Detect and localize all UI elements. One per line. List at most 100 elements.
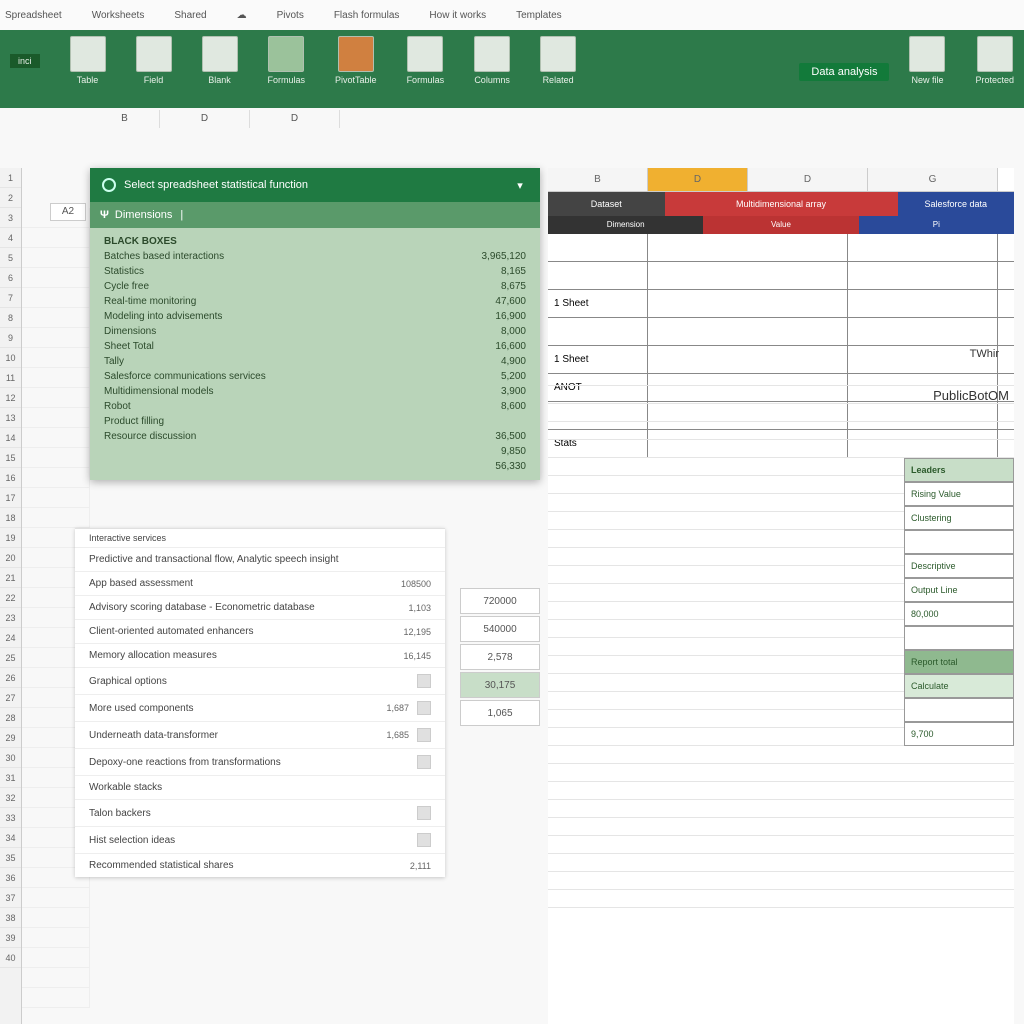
tab-array[interactable]: Multidimensional array bbox=[665, 192, 898, 216]
row-num[interactable]: 35 bbox=[0, 848, 21, 868]
row-num[interactable]: 37 bbox=[0, 888, 21, 908]
row-num[interactable]: 32 bbox=[0, 788, 21, 808]
side-cell[interactable]: Output Line bbox=[904, 578, 1014, 602]
row-num[interactable]: 34 bbox=[0, 828, 21, 848]
row-num[interactable]: 21 bbox=[0, 568, 21, 588]
list-item[interactable]: Graphical options bbox=[75, 667, 445, 694]
side-cell[interactable]: 1,065 bbox=[460, 700, 540, 726]
side-cell[interactable] bbox=[904, 626, 1014, 650]
row-num[interactable]: 17 bbox=[0, 488, 21, 508]
row-num[interactable]: 23 bbox=[0, 608, 21, 628]
list-item[interactable]: Real-time monitoring47,600 bbox=[90, 294, 540, 309]
list-item[interactable]: Workable stacks bbox=[75, 775, 445, 799]
table-row[interactable] bbox=[548, 234, 1014, 262]
list-item[interactable]: Tally4,900 bbox=[90, 354, 540, 369]
row-num[interactable]: 38 bbox=[0, 908, 21, 928]
row-num[interactable]: 9 bbox=[0, 328, 21, 348]
tab-item[interactable]: Worksheets bbox=[92, 10, 145, 21]
ribbon-group[interactable]: Formulas bbox=[258, 36, 316, 85]
side-cell[interactable]: 720000 bbox=[460, 588, 540, 614]
side-cell[interactable]: Calculate bbox=[904, 674, 1014, 698]
row-num[interactable]: 26 bbox=[0, 668, 21, 688]
tab-item[interactable]: Shared bbox=[174, 10, 206, 21]
list-item[interactable]: Recommended statistical shares2,111 bbox=[75, 853, 445, 877]
row-num[interactable]: 25 bbox=[0, 648, 21, 668]
ribbon-group[interactable]: Related bbox=[530, 36, 586, 85]
row-num[interactable]: 15 bbox=[0, 448, 21, 468]
list-item[interactable]: Memory allocation measures16,145 bbox=[75, 643, 445, 667]
col-header[interactable]: B bbox=[548, 168, 648, 191]
side-cell[interactable]: Rising Value bbox=[904, 482, 1014, 506]
tab-item[interactable]: Spreadsheet bbox=[5, 10, 62, 21]
row-num[interactable]: 24 bbox=[0, 628, 21, 648]
ribbon-group[interactable]: Table bbox=[60, 36, 116, 85]
tab-dataset[interactable]: Dataset bbox=[548, 192, 665, 216]
side-cell[interactable]: 9,700 bbox=[904, 722, 1014, 746]
side-cell[interactable]: 80,000 bbox=[904, 602, 1014, 626]
side-cell[interactable]: 30,175 bbox=[460, 672, 540, 698]
side-header[interactable]: Leaders bbox=[904, 458, 1014, 482]
list-item[interactable]: Statistics8,165 bbox=[90, 264, 540, 279]
list-item[interactable]: Batches based interactions3,965,120 bbox=[90, 249, 540, 264]
list-item[interactable]: More used components1,687 bbox=[75, 694, 445, 721]
row-num[interactable]: 16 bbox=[0, 468, 21, 488]
list-item[interactable]: Product filling bbox=[90, 414, 540, 429]
dropdown-icon[interactable]: ▾ bbox=[512, 179, 528, 192]
side-cell[interactable]: Descriptive bbox=[904, 554, 1014, 578]
row-num[interactable]: 5 bbox=[0, 248, 21, 268]
ribbon-group[interactable]: Protected bbox=[965, 36, 1024, 85]
col-header[interactable]: D bbox=[748, 168, 868, 191]
list-item[interactable]: App based assessment108500 bbox=[75, 571, 445, 595]
list-item[interactable]: Talon backers bbox=[75, 799, 445, 826]
row-num[interactable]: 39 bbox=[0, 928, 21, 948]
ribbon-group[interactable]: PivotTable bbox=[325, 36, 387, 85]
ribbon-tag[interactable]: Data analysis bbox=[799, 63, 889, 81]
tab-salesforce[interactable]: Salesforce data bbox=[898, 192, 1015, 216]
row-num[interactable]: 8 bbox=[0, 308, 21, 328]
row-num[interactable]: 36 bbox=[0, 868, 21, 888]
col-header-selected[interactable]: D bbox=[648, 168, 748, 191]
list-item[interactable]: Client-oriented automated enhancers12,19… bbox=[75, 619, 445, 643]
row-num[interactable]: 11 bbox=[0, 368, 21, 388]
ribbon-group[interactable]: Columns bbox=[464, 36, 520, 85]
row-num[interactable]: 40 bbox=[0, 948, 21, 968]
list-item[interactable]: Sheet Total16,600 bbox=[90, 339, 540, 354]
ribbon-group[interactable]: Blank bbox=[192, 36, 248, 85]
ribbon-group[interactable]: Field bbox=[126, 36, 182, 85]
side-cell[interactable]: 2,578 bbox=[460, 644, 540, 670]
tab-item[interactable]: Pivots bbox=[277, 10, 304, 21]
row-num[interactable]: 22 bbox=[0, 588, 21, 608]
cloud-icon[interactable]: ☁ bbox=[237, 10, 247, 21]
list-item[interactable]: BLACK BOXES bbox=[90, 234, 540, 249]
row-num[interactable]: 30 bbox=[0, 748, 21, 768]
row-num[interactable]: 19 bbox=[0, 528, 21, 548]
table-row[interactable] bbox=[548, 318, 1014, 346]
row-num[interactable]: 3 bbox=[0, 208, 21, 228]
list-item[interactable]: Robot8,600 bbox=[90, 399, 540, 414]
row-num[interactable]: 18 bbox=[0, 508, 21, 528]
list-item[interactable]: Advisory scoring database - Econometric … bbox=[75, 595, 445, 619]
tab-item[interactable]: Templates bbox=[516, 10, 562, 21]
row-num[interactable]: 13 bbox=[0, 408, 21, 428]
side-cell[interactable] bbox=[904, 698, 1014, 722]
list-item[interactable]: Depoxy-one reactions from transformation… bbox=[75, 748, 445, 775]
side-cell[interactable]: Clustering bbox=[904, 506, 1014, 530]
row-num[interactable]: 29 bbox=[0, 728, 21, 748]
row-num[interactable]: 14 bbox=[0, 428, 21, 448]
list-item[interactable]: Underneath data-transformer1,685 bbox=[75, 721, 445, 748]
row-num[interactable]: 10 bbox=[0, 348, 21, 368]
row-num[interactable]: 12 bbox=[0, 388, 21, 408]
list-item[interactable]: Multidimensional models3,900 bbox=[90, 384, 540, 399]
row-num[interactable]: 2 bbox=[0, 188, 21, 208]
list-item[interactable]: Dimensions8,000 bbox=[90, 324, 540, 339]
col-header[interactable]: D bbox=[160, 110, 250, 128]
row-num[interactable]: 7 bbox=[0, 288, 21, 308]
list-item[interactable]: Cycle free8,675 bbox=[90, 279, 540, 294]
table-row[interactable]: 1 Sheet bbox=[548, 290, 1014, 318]
side-cell[interactable]: Report total bbox=[904, 650, 1014, 674]
row-num[interactable]: 20 bbox=[0, 548, 21, 568]
tab-item[interactable]: How it works bbox=[429, 10, 486, 21]
list-item[interactable]: Resource discussion36,500 bbox=[90, 429, 540, 444]
row-num[interactable]: 28 bbox=[0, 708, 21, 728]
list-item[interactable]: 56,330 bbox=[90, 459, 540, 474]
